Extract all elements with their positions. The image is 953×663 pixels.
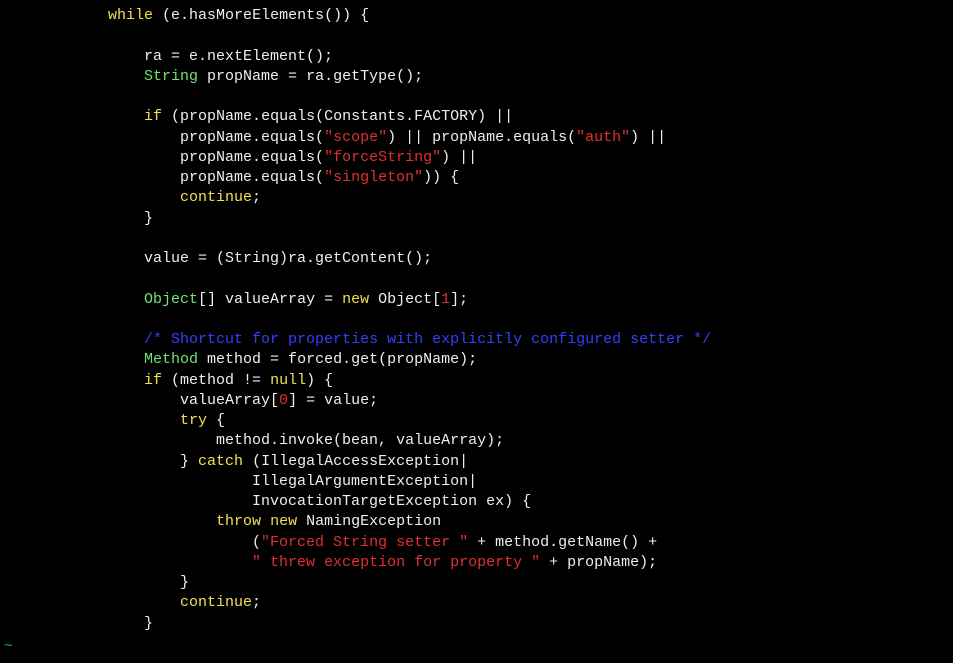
l15f: ]; xyxy=(450,291,468,308)
l24: IllegalArgumentException| xyxy=(0,473,477,490)
l27a: ( xyxy=(0,534,261,551)
l6-rest: (propName.equals(Constants.FACTORY) || xyxy=(162,108,513,125)
str-auth: "auth" xyxy=(576,129,630,146)
l10a xyxy=(0,189,180,206)
l4-rest: propName = ra.getType(); xyxy=(198,68,423,85)
l6-indent xyxy=(0,108,144,125)
kw-if: if xyxy=(144,372,162,389)
l15a xyxy=(0,291,144,308)
kw-catch: catch xyxy=(198,453,243,470)
num-0: 0 xyxy=(279,392,288,409)
l4-indent xyxy=(0,68,144,85)
str-threw-exception: " threw exception for property " xyxy=(252,554,540,571)
l9a: propName.equals( xyxy=(0,169,324,186)
comment-shortcut: /* Shortcut for properties with explicit… xyxy=(144,331,711,348)
l19c: (method != xyxy=(162,372,270,389)
l3: ra = e.nextElement(); xyxy=(0,48,333,65)
kw-try: try xyxy=(180,412,207,429)
l19a xyxy=(0,372,144,389)
l26c xyxy=(261,513,270,530)
l20b: ] = value; xyxy=(288,392,378,409)
kw-throw: throw xyxy=(216,513,261,530)
l19e: ) { xyxy=(306,372,333,389)
l7b: ) || propName.equals( xyxy=(387,129,576,146)
l31: } xyxy=(0,615,153,632)
l17a xyxy=(0,331,144,348)
l26e: NamingException xyxy=(297,513,441,530)
l1-rest: (e.hasMoreElements()) { xyxy=(153,7,369,24)
kw-while: while xyxy=(108,7,153,24)
l7c: ) || xyxy=(630,129,666,146)
l25: InvocationTargetException ex) { xyxy=(0,493,531,510)
kw-continue: continue xyxy=(180,594,252,611)
kw-new: new xyxy=(342,291,369,308)
type-string: String xyxy=(144,68,198,85)
num-1: 1 xyxy=(441,291,450,308)
indent xyxy=(0,7,108,24)
l11: } xyxy=(0,210,153,227)
l23c: (IllegalAccessException| xyxy=(243,453,468,470)
l9b: )) { xyxy=(423,169,459,186)
l18a xyxy=(0,351,144,368)
str-forced-setter: "Forced String setter " xyxy=(261,534,468,551)
l22: method.invoke(bean, valueArray); xyxy=(0,432,504,449)
l18c: method = forced.get(propName); xyxy=(198,351,477,368)
l23a: } xyxy=(0,453,198,470)
l21c: { xyxy=(207,412,225,429)
str-singleton: "singleton" xyxy=(324,169,423,186)
kw-if: if xyxy=(144,108,162,125)
l30a xyxy=(0,594,180,611)
str-scope: "scope" xyxy=(324,129,387,146)
l28b: + propName); xyxy=(540,554,657,571)
l27b: + method.getName() + xyxy=(468,534,657,551)
vim-tilde-icon: ~ xyxy=(4,637,13,657)
l7a: propName.equals( xyxy=(0,129,324,146)
l29: } xyxy=(0,574,189,591)
l28a xyxy=(0,554,252,571)
l8a: propName.equals( xyxy=(0,149,324,166)
l8b: ) || xyxy=(441,149,477,166)
kw-null: null xyxy=(270,372,306,389)
code-block: while (e.hasMoreElements()) { ra = e.nex… xyxy=(0,0,953,634)
l21a xyxy=(0,412,180,429)
str-forcestring: "forceString" xyxy=(324,149,441,166)
l10c: ; xyxy=(252,189,261,206)
l15e: Object[ xyxy=(369,291,441,308)
kw-new: new xyxy=(270,513,297,530)
l13: value = (String)ra.getContent(); xyxy=(0,250,432,267)
kw-continue: continue xyxy=(180,189,252,206)
l20a: valueArray[ xyxy=(0,392,279,409)
type-method: Method xyxy=(144,351,198,368)
l26a xyxy=(0,513,216,530)
type-object: Object xyxy=(144,291,198,308)
l30c: ; xyxy=(252,594,261,611)
l15c: [] valueArray = xyxy=(198,291,342,308)
